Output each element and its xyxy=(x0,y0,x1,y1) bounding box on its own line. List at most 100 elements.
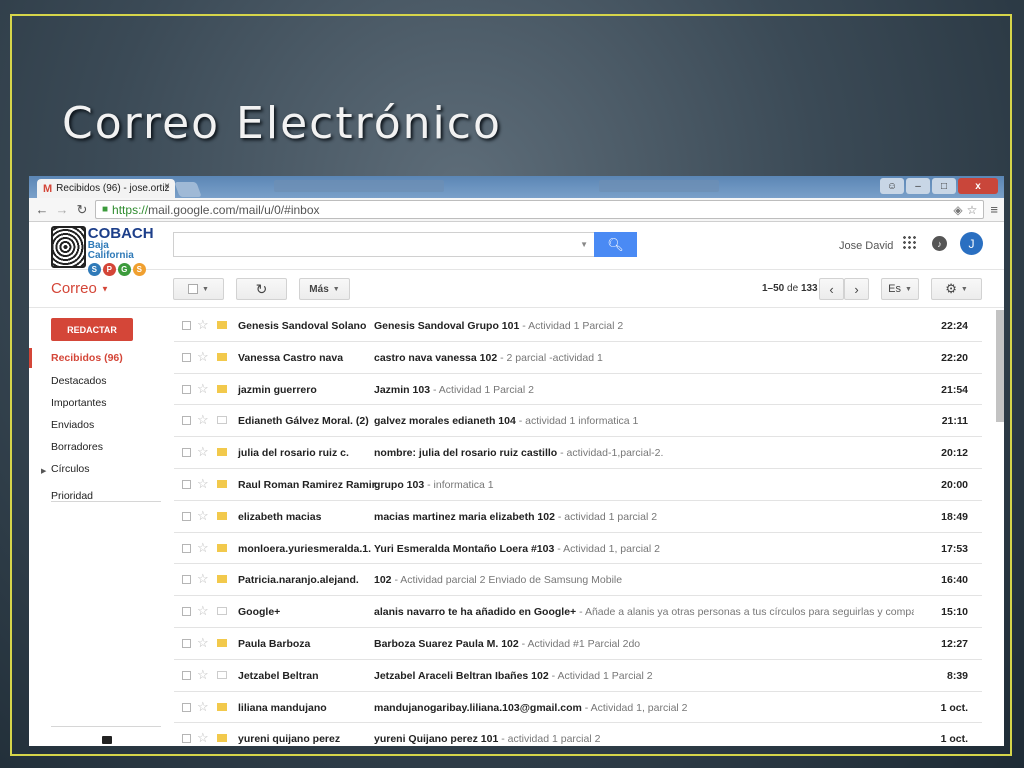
star-icon[interactable]: ☆ xyxy=(197,635,209,651)
label-tag-icon[interactable] xyxy=(217,670,227,679)
row-checkbox[interactable] xyxy=(182,511,191,521)
user-name[interactable]: Jose David xyxy=(839,240,893,252)
table-row[interactable]: ☆ elizabeth macias macias martinez maria e… xyxy=(174,501,982,533)
row-checkbox[interactable] xyxy=(182,416,191,426)
label-tag-icon[interactable] xyxy=(217,575,227,584)
table-row[interactable]: ☆ Google+ alanis navarro te ha añadido en … xyxy=(174,596,982,628)
avatar[interactable]: J xyxy=(960,232,983,255)
star-icon[interactable]: ☆ xyxy=(197,349,209,365)
star-icon[interactable]: ☆ xyxy=(197,571,209,587)
table-row[interactable]: ☆ Patricia.naranjo.alejand. 102 - Activida… xyxy=(174,564,982,597)
row-checkbox[interactable] xyxy=(182,607,191,617)
cobach-logo[interactable]: COBACH Baja California SPGS xyxy=(51,226,155,276)
select-all-button[interactable]: ▼ xyxy=(173,278,224,300)
label-tag-icon[interactable] xyxy=(217,416,227,425)
email-sender: yureni quijano perez xyxy=(238,733,341,746)
table-row[interactable]: ☆ monloera.yuriesmeralda.1. Yuri Esmeralda… xyxy=(174,533,982,565)
settings-button[interactable]: ⚙ ▼ xyxy=(931,278,982,300)
row-checkbox[interactable] xyxy=(182,448,191,458)
label-tag-icon[interactable] xyxy=(217,448,227,457)
table-row[interactable]: ☆ Jetzabel Beltran Jetzabel Araceli Beltra… xyxy=(174,660,982,692)
chat-icon[interactable] xyxy=(102,736,112,744)
maximize-button[interactable]: □ xyxy=(932,178,956,194)
row-checkbox[interactable] xyxy=(182,321,191,330)
row-checkbox[interactable] xyxy=(182,352,191,362)
minimize-button[interactable]: – xyxy=(906,178,930,194)
sidebar-item-inbox[interactable]: Recibidos (96) xyxy=(51,352,123,364)
row-checkbox[interactable] xyxy=(182,543,191,553)
row-checkbox[interactable] xyxy=(182,638,191,648)
input-language-button[interactable]: Es ▼ xyxy=(881,278,919,300)
label-tag-icon[interactable] xyxy=(217,352,227,361)
label-tag-icon[interactable] xyxy=(217,543,227,552)
row-checkbox[interactable] xyxy=(182,575,191,585)
table-row[interactable]: ☆ yureni quijano perez yureni Quijano pere… xyxy=(174,723,982,746)
row-checkbox[interactable] xyxy=(182,479,191,489)
search-button[interactable]: 🔍︎ xyxy=(594,232,637,257)
next-page-button[interactable]: › xyxy=(844,278,869,300)
label-tag-icon[interactable] xyxy=(217,384,227,393)
label-tag-icon[interactable] xyxy=(217,734,227,743)
row-checkbox[interactable] xyxy=(182,384,191,394)
search-input[interactable]: ▼ xyxy=(173,232,595,257)
apps-grid-icon[interactable] xyxy=(902,235,916,249)
table-row[interactable]: ☆ Raul Roman Ramirez Ramir. grupo 103 - in… xyxy=(174,469,982,501)
label-tag-icon[interactable] xyxy=(217,321,227,329)
label-tag-icon[interactable] xyxy=(217,607,227,616)
sidebar-item-important[interactable]: Importantes xyxy=(51,397,106,409)
app-switcher[interactable]: Correo ▼ xyxy=(51,280,109,297)
table-row[interactable]: ☆ julia del rosario ruiz c. nombre: julia … xyxy=(174,437,982,469)
star-icon[interactable]: ☆ xyxy=(197,540,209,556)
label-tag-icon[interactable] xyxy=(217,638,227,647)
prev-page-button[interactable]: ‹ xyxy=(819,278,844,300)
table-row[interactable]: ☆ Vanessa Castro nava castro nava vanessa … xyxy=(174,342,982,374)
refresh-button[interactable]: ↻ xyxy=(236,278,287,300)
back-icon[interactable]: ← xyxy=(35,202,49,217)
row-checkbox[interactable] xyxy=(182,702,191,712)
chrome-menu-icon[interactable]: ≡ xyxy=(990,202,998,217)
person-icon[interactable]: ☺ xyxy=(880,178,904,194)
tab-inbox[interactable]: M Recibidos (96) - jose.ortiz × xyxy=(37,179,175,198)
reload-icon[interactable]: ↻ xyxy=(75,202,89,218)
new-tab-button[interactable] xyxy=(174,182,202,197)
star-icon[interactable]: ☆ xyxy=(197,667,209,683)
label-tag-icon[interactable] xyxy=(217,479,227,488)
more-button[interactable]: Más ▼ xyxy=(299,278,350,300)
table-row[interactable]: ☆ Edianeth Gálvez Moral. (2) galvez morale… xyxy=(174,405,982,438)
close-window-button[interactable]: x xyxy=(958,178,998,194)
star-icon[interactable]: ☆ xyxy=(197,699,209,715)
star-icon[interactable]: ☆ xyxy=(197,444,209,460)
star-icon[interactable]: ☆ xyxy=(197,317,209,333)
expand-arrow-icon[interactable]: ▶ xyxy=(41,467,46,475)
label-tag-icon[interactable] xyxy=(217,702,227,711)
star-icon[interactable]: ☆ xyxy=(197,412,209,428)
notifications-bell-icon[interactable]: ♪ xyxy=(932,236,947,251)
compose-button[interactable]: REDACTAR xyxy=(51,318,133,341)
table-row[interactable]: ☆ liliana mandujano mandujanogaribay.lilia… xyxy=(174,692,982,724)
email-subject: Yuri Esmeralda Montaño Loera #103 xyxy=(374,542,555,555)
star-icon[interactable]: ☆ xyxy=(197,730,209,746)
scrollbar[interactable] xyxy=(996,310,1004,422)
table-row[interactable]: ☆ jazmin guerrero Jazmin 103 - Actividad 1… xyxy=(174,374,982,406)
sidebar-item-circles[interactable]: Círculos xyxy=(51,463,90,475)
tab-close-icon[interactable]: × xyxy=(164,181,170,192)
email-subject-line: 102 - Actividad parcial 2 Enviado de Sam… xyxy=(374,574,914,586)
sidebar-item-sent[interactable]: Enviados xyxy=(51,419,94,431)
table-row[interactable]: ☆ Paula Barboza Barboza Suarez Paula M. 10… xyxy=(174,628,982,660)
forward-icon[interactable]: → xyxy=(55,202,69,217)
row-checkbox[interactable] xyxy=(182,670,191,680)
sidebar-item-starred[interactable]: Destacados xyxy=(51,375,106,387)
search-options-caret-icon[interactable]: ▼ xyxy=(580,240,588,249)
star-icon[interactable]: ☆ xyxy=(197,381,209,397)
label-tag-icon[interactable] xyxy=(217,511,227,520)
star-icon[interactable]: ☆ xyxy=(197,508,209,524)
table-row[interactable]: ☆ Genesis Sandoval Solano Genesis Sandoval… xyxy=(174,310,982,342)
email-sender: Raul Roman Ramirez Ramir. xyxy=(238,478,379,491)
star-icon[interactable]: ☆ xyxy=(197,603,209,619)
star-icon[interactable]: ☆ xyxy=(197,476,209,492)
extension-icon[interactable]: ◈ xyxy=(953,203,962,217)
address-bar[interactable]: ■ https://mail.google.com/mail/u/0/#inbo… xyxy=(95,200,985,219)
bookmark-star-icon[interactable]: ☆ xyxy=(967,203,978,217)
sidebar-item-drafts[interactable]: Borradores xyxy=(51,441,103,453)
row-checkbox[interactable] xyxy=(182,734,191,744)
